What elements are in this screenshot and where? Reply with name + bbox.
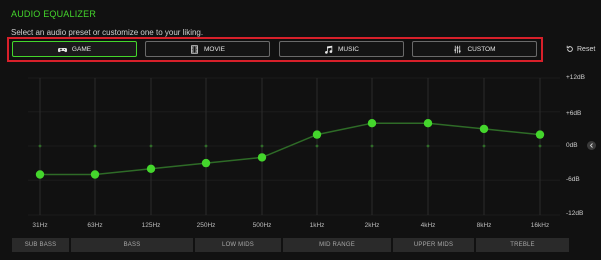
scroll-handle[interactable] (587, 141, 596, 150)
db-label-plus6: +6dB (566, 110, 582, 117)
zero-marker (538, 144, 542, 148)
range-sub-bass: SUB BASS (12, 238, 69, 252)
db-label-minus6: -6dB (566, 176, 580, 183)
band-knob-2kHz[interactable] (367, 119, 377, 128)
eq-curve (40, 122, 541, 176)
freq-label: 63Hz (87, 222, 103, 229)
band-knob-1kHz[interactable] (312, 130, 322, 139)
freq-label: 1kHz (309, 222, 325, 229)
band-knob-16kHz[interactable] (535, 130, 545, 139)
freq-label: 250Hz (196, 222, 216, 229)
zero-marker (370, 144, 374, 148)
zero-marker (260, 144, 264, 148)
range-low-mids: LOW MIDS (195, 238, 281, 252)
zero-marker (482, 144, 486, 148)
zero-marker (93, 144, 97, 148)
band-knob-250Hz[interactable] (201, 158, 211, 168)
band-knob-4kHz[interactable] (423, 119, 433, 128)
range-mid-range: MID RANGE (283, 238, 391, 252)
range-bass: BASS (71, 238, 193, 252)
db-label-zero: 0dB (566, 142, 578, 149)
zero-marker (149, 144, 153, 148)
db-label-plus12: +12dB (566, 74, 585, 81)
band-knob-63Hz[interactable] (90, 170, 100, 179)
freq-label: 31Hz (32, 222, 48, 229)
band-knob-31Hz[interactable] (35, 170, 45, 179)
freq-label: 2kHz (364, 222, 380, 229)
band-knob-500Hz[interactable] (257, 153, 267, 162)
zero-marker (315, 144, 319, 148)
db-label-minus12: -12dB (566, 210, 584, 217)
freq-label: 125Hz (141, 222, 161, 229)
range-treble: TREBLE (476, 238, 569, 252)
equalizer-graph (28, 77, 560, 216)
freq-label: 500Hz (252, 222, 272, 229)
band-knob-8kHz[interactable] (479, 124, 489, 134)
freq-label: 4kHz (420, 222, 436, 229)
zero-marker (426, 144, 430, 148)
freq-label: 8kHz (476, 222, 492, 229)
chevron-left-icon (589, 143, 593, 148)
range-upper-mids: UPPER MIDS (393, 238, 474, 252)
zero-marker (38, 144, 42, 148)
zero-marker (204, 144, 208, 148)
freq-label: 16kHz (530, 222, 550, 229)
band-knob-125Hz[interactable] (146, 164, 156, 173)
